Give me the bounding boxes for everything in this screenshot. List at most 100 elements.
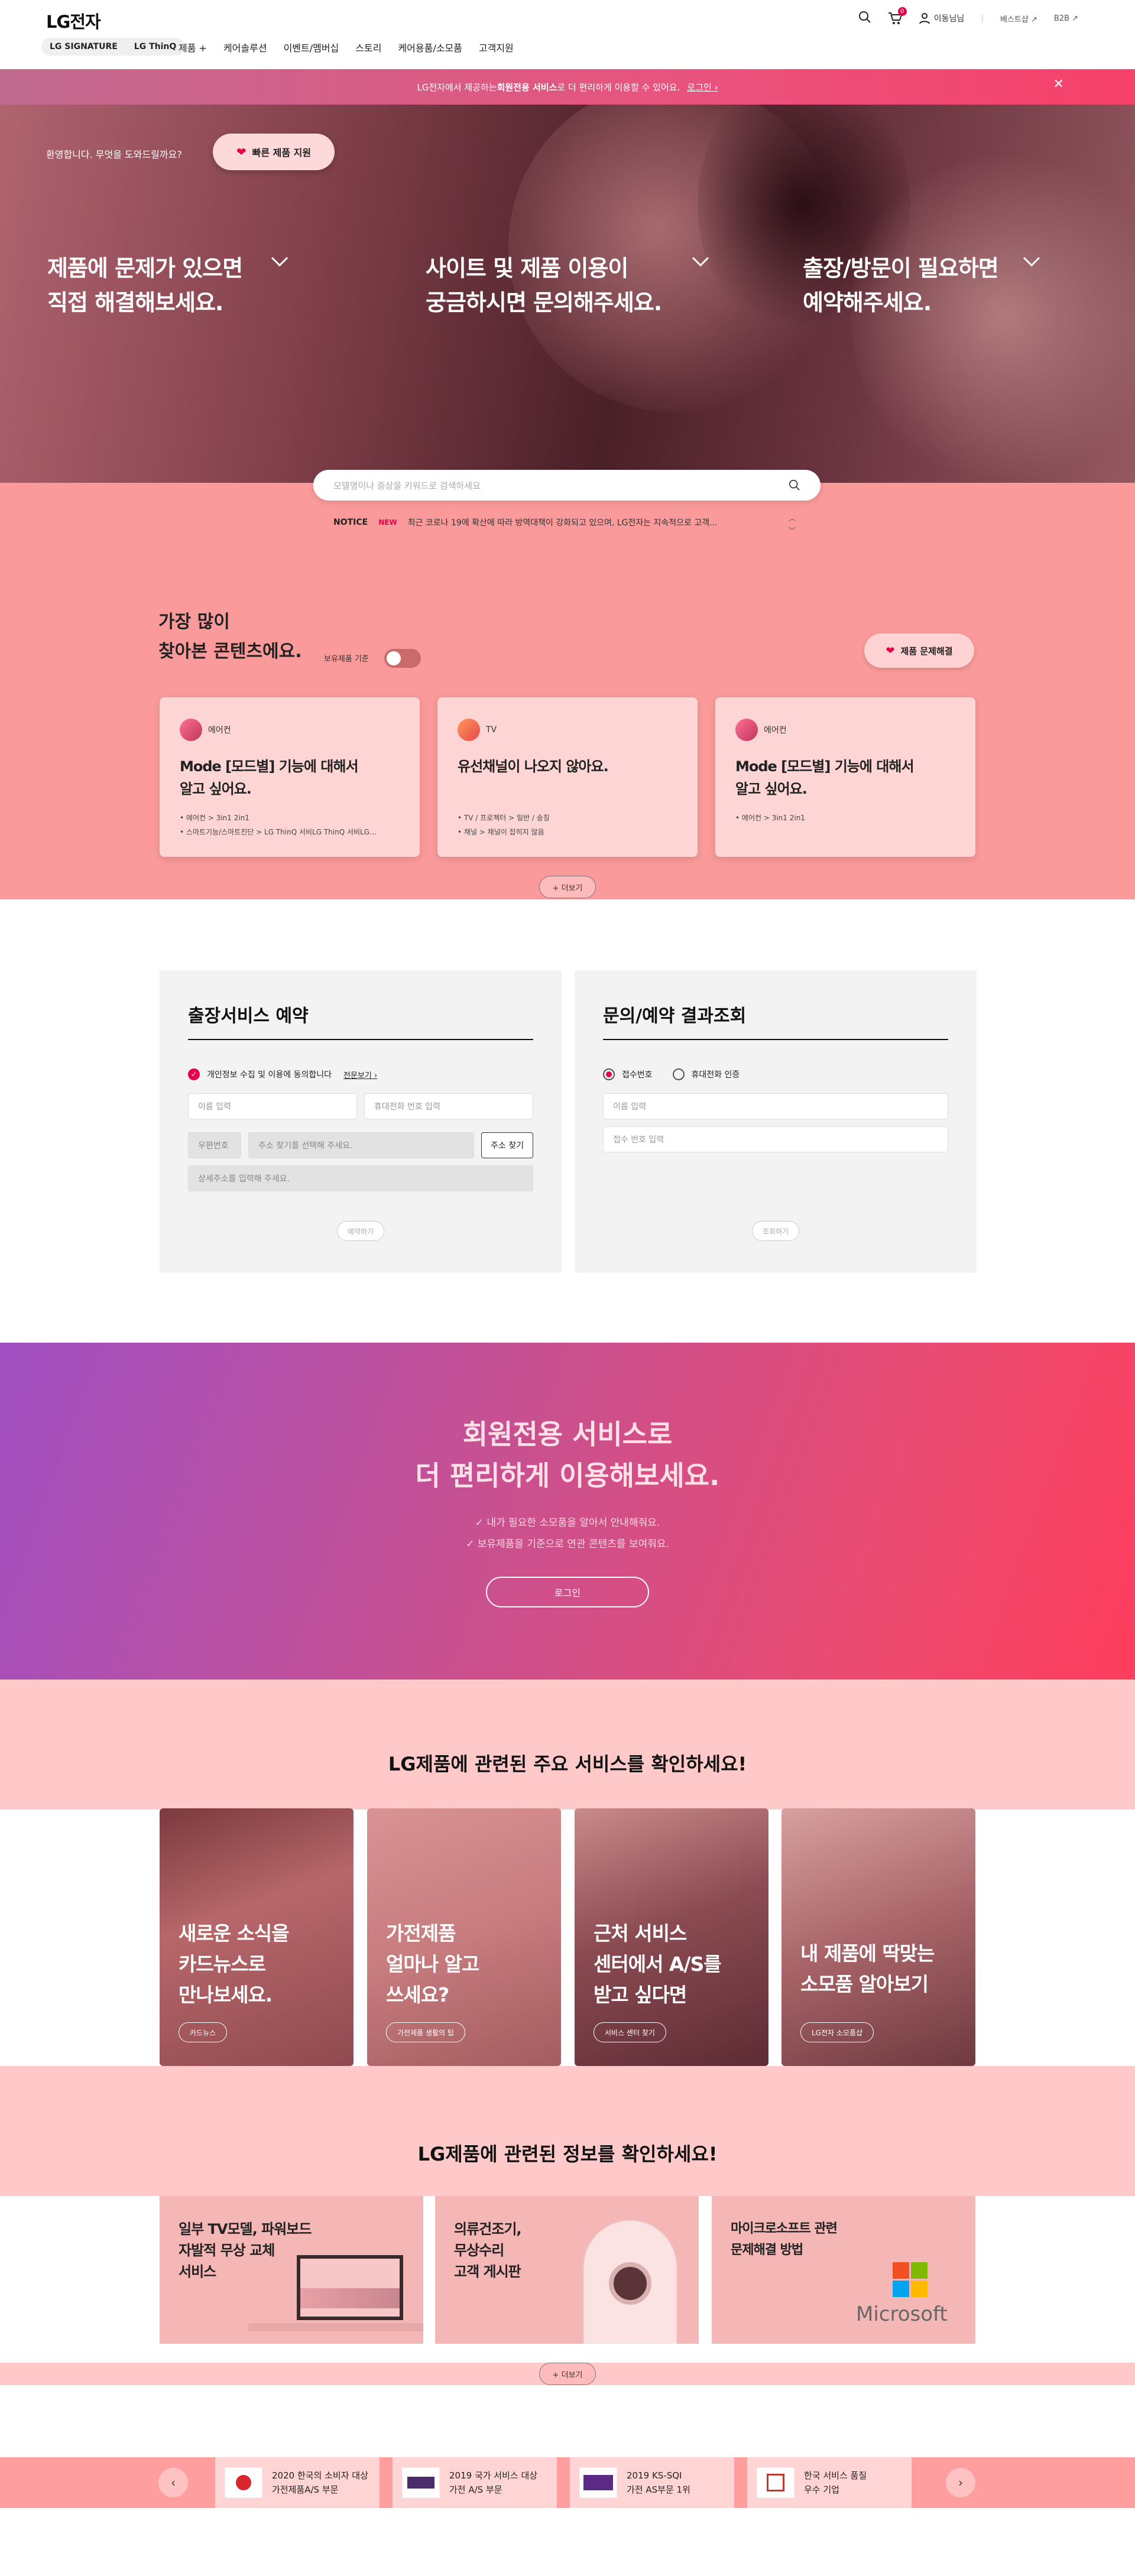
award-emblem-icon (579, 2467, 617, 2498)
more-button[interactable]: + 더보기 (539, 876, 596, 898)
address-detail-input[interactable]: 상세주소를 입력해 주세요. (188, 1165, 533, 1191)
visit-form-row2: 우편번호 주소 찾기를 선택해 주세요. 주소 찾기 (188, 1132, 533, 1158)
brand-tab-thinq[interactable]: LG ThinQ (134, 42, 176, 51)
info-card-dryer[interactable]: 의류건조기, 무상수리 고객 게시판 (435, 2196, 699, 2344)
user-menu[interactable]: 이동님님 (919, 12, 965, 24)
info-card-text: 마이크로소프트 관련 문제해결 방법 (731, 2218, 838, 2261)
info-line1: 일부 TV모델, 파워보드 (179, 2221, 312, 2237)
reserve-button[interactable]: 예약하기 (337, 1221, 384, 1241)
nav-support[interactable]: 고객지원 (479, 40, 514, 54)
search-icon[interactable] (858, 11, 871, 26)
b2b-link[interactable]: B2B ↗ (1054, 14, 1078, 23)
more-button[interactable]: + 더보기 (539, 2363, 596, 2385)
service-line2: 센터에서 A/S를 (594, 1953, 722, 1976)
search-icon[interactable] (789, 479, 800, 491)
service-line2: 얼마나 알고 (386, 1953, 479, 1976)
check-circle-icon: ✓ (466, 1538, 475, 1550)
plus-icon: + (199, 43, 207, 54)
divider: | (981, 14, 984, 23)
external-link-icon: ↗ (1072, 14, 1078, 23)
card-tag: • 에어컨 > 3in1 2in1 (180, 814, 249, 822)
chevron-down-icon (692, 256, 709, 267)
quick-support-button[interactable]: ❤ 빠른 제품 지원 (213, 134, 335, 170)
member-benefit-2-text: 보유제품을 기준으로 연관 콘텐츠를 보여줘요. (477, 1538, 669, 1550)
radio-receipt-label: 접수번호 (622, 1070, 653, 1080)
lg-logo[interactable]: LG전자 (46, 8, 101, 33)
hero-inquiry-line2: 궁금하시면 문의해주세요. (426, 290, 662, 316)
card-title: Mode [모드별] 기능에 대해서 알고 싶어요. (735, 755, 955, 800)
notice-bar-login-label: 로그인 (687, 82, 712, 93)
heart-pulse-icon: ❤ (236, 145, 247, 159)
chevron-down-icon (271, 256, 288, 267)
chevron-right-icon[interactable]: › (946, 2468, 975, 2497)
content-card[interactable]: TV 유선채널이 나오지 않아요. • TV / 프로젝터 > 일반 / 송칭 … (437, 697, 698, 857)
hero-inquiry[interactable]: 사이트 및 제품 이용이 궁금하시면 문의해주세요. (426, 251, 721, 320)
service-line3: 만나보세요. (179, 1983, 273, 2006)
bestshop-link[interactable]: 베스트샵 ↗ (1000, 13, 1037, 24)
cart-count-badge: 0 (897, 7, 907, 16)
hero-self-solve-line1: 제품에 문제가 있으면 (47, 255, 243, 281)
info-card-text: 의류건조기, 무상수리 고객 게시판 (454, 2218, 522, 2282)
card-tag-text: 스마트기능/스마트진단 > LG ThinQ 서비LG ThinQ 서비LG..… (186, 828, 377, 836)
service-card-pill[interactable]: 카드뉴스 (179, 2022, 228, 2042)
close-icon[interactable]: ✕ (1053, 77, 1064, 92)
award-item: 2019 국가 서비스 대상 가전 A/S 부문 (393, 2457, 557, 2508)
nav-products[interactable]: 제품 + (179, 40, 207, 54)
chevron-left-icon[interactable]: ‹ (158, 2468, 188, 2497)
info-card-microsoft[interactable]: 마이크로소프트 관련 문제해결 방법 Microsoft (712, 2196, 975, 2344)
inquiry-name-input[interactable]: 이름 입력 (603, 1093, 948, 1119)
card-category-label: TV (486, 725, 497, 735)
hero-self-solve[interactable]: 제품에 문제가 있으면 직접 해결해보세요. (47, 251, 307, 320)
nav-story[interactable]: 스토리 (355, 40, 381, 54)
chevron-down-icon[interactable]: ﹀ (789, 525, 796, 535)
tv-screen-wave (300, 2288, 400, 2308)
nav-event-membership[interactable]: 이벤트/멤버십 (284, 40, 339, 54)
find-address-button[interactable]: 주소 찾기 (481, 1132, 533, 1158)
service-card-consumables[interactable]: 내 제품에 딱맞는 소모품 알아보기 LG전자 소모품샵 (781, 1808, 975, 2066)
toggle-knob (387, 651, 401, 665)
service-card-pill[interactable]: 서비스 센터 찾기 (594, 2022, 666, 2042)
service-card-center[interactable]: 근처 서비스 센터에서 A/S를 받고 싶다면 서비스 센터 찾기 (575, 1808, 768, 2066)
problem-solve-button[interactable]: ❤ 제품 문제해결 (864, 634, 974, 668)
lookup-button[interactable]: 조회하기 (752, 1221, 799, 1241)
info-header-bg (0, 2066, 1135, 2196)
chevron-up-icon[interactable]: ︿ (789, 513, 796, 523)
nav-consumables[interactable]: 케어용품/소모품 (398, 40, 462, 54)
content-card[interactable]: 에어컨 Mode [모드별] 기능에 대해서 알고 싶어요. • 에어컨 > 3i… (715, 697, 975, 857)
card-tags: • 에어컨 > 3in1 2in1 • 스마트기능/스마트진단 > LG Thi… (180, 811, 400, 839)
support-search-input[interactable]: 모델명이나 증상을 키워드로 검색하세요 (313, 470, 821, 501)
phone-input[interactable]: 휴대전화 번호 입력 (364, 1093, 533, 1119)
hero-reservation[interactable]: 출장/방문이 필요하면 예약해주세요. (803, 251, 1081, 320)
service-card-text: 가전제품 얼마나 알고 쓰세요? (386, 1918, 479, 2010)
name-input[interactable]: 이름 입력 (188, 1093, 357, 1119)
checkbox-checked-icon[interactable]: ✓ (188, 1068, 200, 1080)
tv-stand (248, 2323, 423, 2331)
service-card-pill[interactable]: LG전자 소모품샵 (800, 2022, 874, 2042)
radio-receipt-number[interactable] (603, 1068, 615, 1080)
receipt-number-input[interactable]: 접수 번호 입력 (603, 1126, 948, 1152)
info-card-text: 일부 TV모델, 파워보드 자발적 무상 교체 서비스 (179, 2218, 312, 2282)
award-line1: 한국 서비스 품질 (804, 2470, 867, 2481)
privacy-full-text-label: 전문보기 (343, 1071, 372, 1080)
notice-ticker[interactable]: NOTICE NEW 최근 코로나 19에 확산에 따라 방역대책이 강화되고 … (333, 517, 718, 528)
tv-icon (458, 719, 480, 741)
content-card[interactable]: 에어컨 Mode [모드별] 기능에 대해서 알고 싶어요. • 에어컨 > 3i… (160, 697, 420, 857)
visit-form-title: 출장서비스 예약 (188, 1001, 533, 1040)
notice-bar-login-link[interactable]: 로그인 › (687, 81, 718, 93)
user-name: 이동님님 (933, 14, 965, 24)
brand-tab-signature[interactable]: LG SIGNATURE (50, 42, 118, 51)
privacy-full-text-link[interactable]: 전문보기 › (343, 1069, 377, 1080)
service-card-pill[interactable]: 가전제품 생활의 팁 (386, 2022, 465, 2042)
popular-title: 가장 많이 찾아본 콘텐츠에요. (158, 608, 302, 667)
cart-icon[interactable]: 0 (888, 7, 907, 25)
card-category: 에어컨 (180, 719, 400, 741)
service-card-tips[interactable]: 가전제품 얼마나 알고 쓰세요? 가전제품 생활의 팁 (367, 1808, 561, 2066)
external-link-icon: ↗ (1030, 15, 1037, 24)
nav-care-solution[interactable]: 케어솔루션 (223, 40, 267, 54)
award-item: 2020 한국의 소비자 대상 가전제품A/S 부문 (215, 2457, 380, 2508)
member-login-button[interactable]: 로그인 (486, 1577, 649, 1607)
service-card-news[interactable]: 새로운 소식을 카드뉴스로 만나보세요. 카드뉴스 (160, 1808, 354, 2066)
owned-filter-toggle[interactable] (384, 649, 421, 668)
radio-phone-auth[interactable] (672, 1068, 685, 1080)
info-card-tv-power-board[interactable]: 일부 TV모델, 파워보드 자발적 무상 교체 서비스 (160, 2196, 423, 2344)
